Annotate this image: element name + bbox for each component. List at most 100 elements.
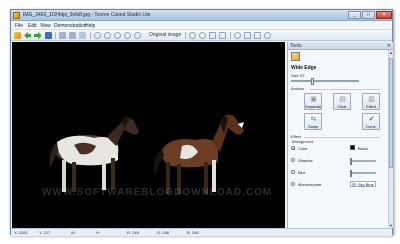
menu-edit[interactable]: Edit xyxy=(28,23,37,29)
save-icon[interactable] xyxy=(45,32,52,39)
menu-view[interactable]: View xyxy=(40,23,51,29)
status-w: W: xyxy=(71,230,76,235)
back-arrow-icon[interactable] xyxy=(24,32,31,39)
crop-icon[interactable] xyxy=(219,32,226,39)
tools-close-icon[interactable]: ✕ xyxy=(387,43,391,49)
toolbar-separator xyxy=(90,32,91,39)
status-b: B: 248 xyxy=(187,230,199,235)
zoom-actual-icon[interactable] xyxy=(124,32,131,39)
effect-label: Effect xyxy=(365,104,377,109)
blur-option-label: Blur xyxy=(298,170,306,175)
menu-demonstration[interactable]: Demonstration xyxy=(54,23,87,29)
color-option-label: Color xyxy=(298,146,308,151)
section-divider xyxy=(304,137,380,138)
scroll-thumb[interactable] xyxy=(389,58,393,168)
redo-icon[interactable] xyxy=(254,32,261,39)
clear-icon: ▤ xyxy=(339,96,346,103)
zoom-out-icon[interactable] xyxy=(104,32,111,39)
horses-image xyxy=(49,114,244,194)
bay-horse xyxy=(153,114,244,194)
status-x: X: 2281 xyxy=(14,230,28,235)
tools-title: Tools xyxy=(290,43,302,49)
zoom-window-icon[interactable] xyxy=(134,32,141,39)
maximize-button[interactable]: □ xyxy=(362,11,375,19)
sky-blue-swatch xyxy=(352,183,356,186)
zoom-in-icon[interactable] xyxy=(94,32,101,39)
window-title: IMG_3460_1024dpi_9x6df.jpg - Teorex Cuto… xyxy=(23,12,151,18)
selected-tool-name: Wide Edge xyxy=(291,65,317,71)
toolbar: Original image xyxy=(11,30,392,41)
clear-label: Clear xyxy=(337,104,347,109)
tools-scrollbar[interactable]: ▲ ▼ xyxy=(388,50,393,228)
swap-label: Swap xyxy=(307,124,318,129)
status-r: R: 248 xyxy=(127,230,139,235)
done-check-icon: ✔ xyxy=(368,116,375,123)
flip-icon[interactable] xyxy=(209,32,216,39)
zoom-fit-icon[interactable] xyxy=(114,32,121,39)
separate-button[interactable]: ▣ Separate xyxy=(304,93,322,110)
actions-label: Actions xyxy=(291,86,305,91)
monochrome-radio[interactable] xyxy=(291,182,295,186)
shadow-option-label: Shadow xyxy=(298,158,313,163)
app-window: IMG_3460_1024dpi_9x6df.jpg - Teorex Cuto… xyxy=(10,9,393,236)
section-divider xyxy=(310,89,380,90)
menu-file[interactable]: File xyxy=(15,23,23,29)
open-icon[interactable] xyxy=(14,32,21,39)
done-button[interactable]: ✔ Done xyxy=(362,113,380,130)
effect-button[interactable]: ▧ Effect xyxy=(362,93,380,110)
menu-bar: File Edit View Demonstration Help xyxy=(11,21,392,30)
pinto-horse xyxy=(49,116,139,192)
status-h: H: xyxy=(96,230,100,235)
color-value: Black xyxy=(358,146,368,151)
shadow-radio[interactable] xyxy=(291,158,295,162)
done-label: Done xyxy=(366,124,376,129)
shadow-slider-thumb[interactable] xyxy=(350,158,352,165)
size-slider[interactable] xyxy=(291,78,359,85)
toolbar-separator xyxy=(185,32,186,39)
scroll-up-icon[interactable]: ▲ xyxy=(389,50,393,55)
color-radio[interactable] xyxy=(291,146,295,150)
image-canvas[interactable]: WWW.SOFTWAREBLOGDOWNLOAD.COM xyxy=(12,42,285,228)
status-g: G: 248 xyxy=(157,230,170,235)
monochrome-color-dropdown[interactable]: Sky Blue xyxy=(350,181,376,187)
blur-radio[interactable] xyxy=(291,170,295,174)
size-slider-thumb[interactable] xyxy=(311,78,315,85)
menu-help[interactable]: Help xyxy=(85,23,95,29)
swap-icon: ⇆ xyxy=(310,116,317,123)
help-icon[interactable] xyxy=(264,32,271,39)
title-bar[interactable]: IMG_3460_1024dpi_9x6df.jpg - Teorex Cuto… xyxy=(11,10,392,21)
settings-icon[interactable] xyxy=(234,32,241,39)
separate-icon: ▣ xyxy=(310,96,317,103)
zoom-label[interactable]: Original image xyxy=(149,32,181,38)
close-button[interactable]: ✕ xyxy=(376,11,392,19)
copy-icon[interactable] xyxy=(69,32,76,39)
shadow-slider[interactable] xyxy=(350,158,376,165)
blur-slider-thumb[interactable] xyxy=(350,170,352,177)
undo-icon[interactable] xyxy=(244,32,251,39)
clear-button[interactable]: ▤ Clear xyxy=(333,93,351,110)
cut-icon[interactable] xyxy=(59,32,66,39)
status-bar: X: 2281 Y: 217 W: H: R: 248 G: 248 B: 24… xyxy=(11,228,392,236)
rotate-right-icon[interactable] xyxy=(199,32,206,39)
monochrome-color-value: Sky Blue xyxy=(358,182,374,187)
size-label: Size 20 xyxy=(291,73,305,78)
toolbar-separator xyxy=(55,32,56,39)
effect-icon: ▧ xyxy=(368,96,375,103)
tools-panel: Tools ✕ Wide Edge Size 20 Actions ▣ Sepa… xyxy=(287,42,393,228)
background-label: Background xyxy=(292,139,314,144)
swap-button[interactable]: ⇆ Swap xyxy=(304,113,322,130)
watermark: WWW.SOFTWAREBLOGDOWNLOAD.COM xyxy=(42,187,273,198)
black-swatch[interactable] xyxy=(350,145,355,150)
toolbar-separator xyxy=(230,32,231,39)
wide-edge-tool-icon[interactable] xyxy=(291,52,300,61)
minimize-button[interactable]: _ xyxy=(348,11,361,19)
forward-arrow-icon[interactable] xyxy=(34,32,41,39)
rotate-left-icon[interactable] xyxy=(189,32,196,39)
separate-label: Separate xyxy=(305,104,322,109)
monochrome-option-label: Monochrome xyxy=(298,182,322,187)
paste-icon[interactable] xyxy=(79,32,86,39)
blur-slider[interactable] xyxy=(350,170,376,177)
app-icon xyxy=(13,12,20,19)
status-y: Y: 217 xyxy=(39,230,51,235)
tools-header: Tools ✕ xyxy=(288,42,393,50)
